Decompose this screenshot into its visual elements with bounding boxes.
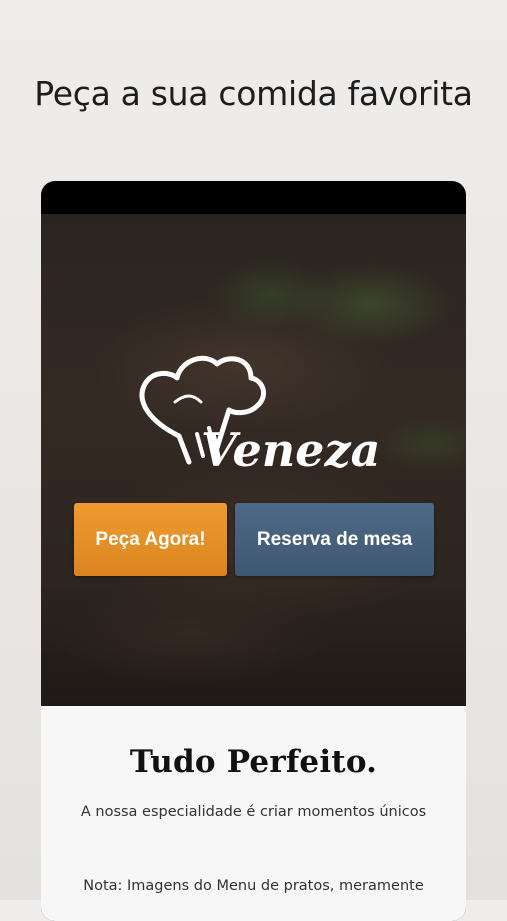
phone-frame: Veneza Peça Agora! Reserva de mesa Tudo … bbox=[41, 181, 466, 921]
headline: Peça a sua comida favorita bbox=[34, 74, 473, 113]
hero-banner: Veneza Peça Agora! Reserva de mesa bbox=[41, 214, 466, 741]
section-tagline: A nossa especialidade é criar momentos ú… bbox=[80, 804, 427, 820]
intro-section: Tudo Perfeito. A nossa especialidade é c… bbox=[41, 706, 466, 921]
section-title: Tudo Perfeito. bbox=[129, 744, 378, 780]
order-now-button[interactable]: Peça Agora! bbox=[74, 503, 227, 576]
brand-name: Veneza bbox=[201, 423, 380, 474]
table-reservation-button[interactable]: Reserva de mesa bbox=[235, 503, 434, 576]
menu-note: Nota: Imagens do Menu de pratos, meramen… bbox=[83, 878, 424, 894]
restaurant-logo: Veneza bbox=[139, 355, 380, 474]
